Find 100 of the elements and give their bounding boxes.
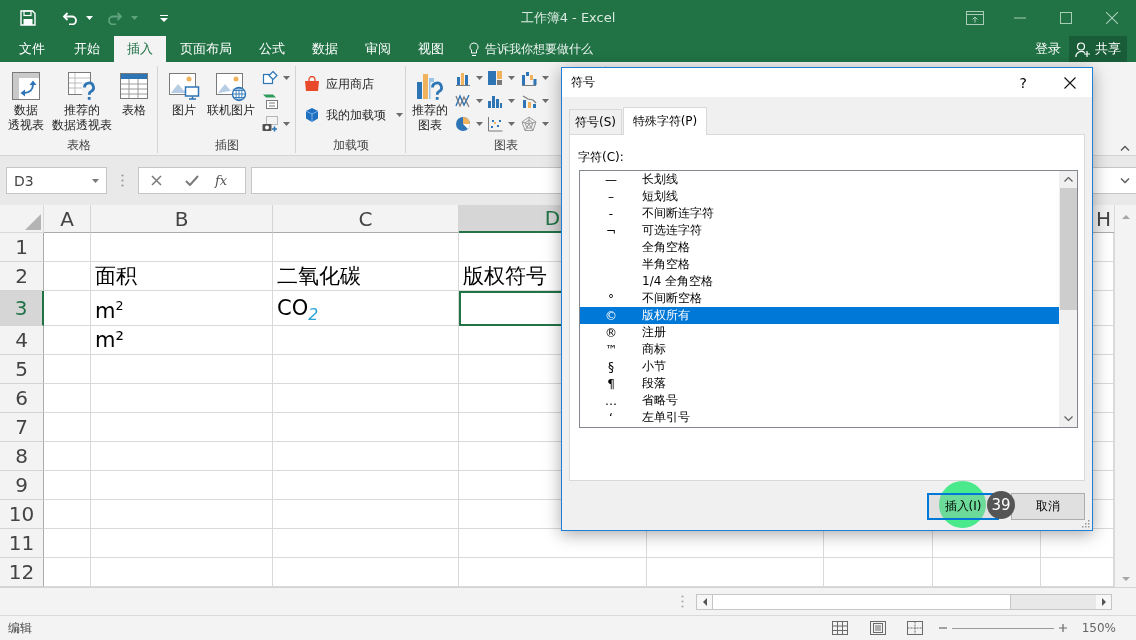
recommended-pivot-table-button[interactable]: 推荐的 数据透视表	[48, 66, 116, 133]
caret-icon[interactable]	[396, 113, 403, 117]
character-list-row[interactable]: 1/4 全角空格	[580, 273, 1059, 290]
scrollbar-thumb[interactable]	[712, 594, 1011, 609]
caret-icon[interactable]	[476, 98, 483, 103]
grip-dots-icon[interactable]	[681, 595, 684, 608]
ribbon-tab[interactable]: 页面布局	[167, 36, 245, 62]
character-list-row[interactable]: © 版权所有	[580, 307, 1059, 324]
caret-icon[interactable]	[508, 121, 515, 126]
caret-icon[interactable]	[542, 75, 549, 80]
grip-dots-icon[interactable]	[121, 174, 124, 187]
expand-formula-icon[interactable]	[1120, 177, 1130, 184]
caret-icon[interactable]	[283, 121, 290, 126]
ribbon-tab[interactable]: 文件	[4, 36, 60, 62]
scrollbar-thumb[interactable]	[1059, 188, 1077, 310]
scroll-up-icon[interactable]	[1063, 177, 1073, 182]
resize-grip-icon[interactable]	[1081, 519, 1090, 528]
horizontal-scrollbar[interactable]	[696, 593, 1112, 610]
row-header[interactable]: 10	[0, 500, 44, 529]
ribbon-tab[interactable]: 数据	[299, 36, 351, 62]
character-list-row[interactable]: ‘ 左单引号	[580, 409, 1059, 426]
pictures-button[interactable]: 图片	[164, 66, 204, 118]
row-header[interactable]: 2	[0, 262, 44, 291]
caret-icon[interactable]	[476, 121, 483, 126]
caret-icon[interactable]	[92, 178, 99, 183]
help-button[interactable]: ?	[1015, 74, 1031, 91]
row-header[interactable]: 4	[0, 326, 44, 355]
character-list-row[interactable]: § 小节	[580, 358, 1059, 375]
caret-icon[interactable]	[542, 121, 549, 126]
ribbon-tab[interactable]: 视图	[405, 36, 457, 62]
column-header[interactable]: A	[44, 205, 91, 233]
caret-icon[interactable]	[508, 75, 515, 80]
list-scrollbar[interactable]	[1059, 171, 1077, 427]
column-header[interactable]: B	[91, 205, 273, 233]
pie-chart-icon[interactable]	[455, 115, 471, 132]
waterfall-chart-icon[interactable]	[521, 69, 537, 86]
maximize-icon[interactable]	[1060, 12, 1072, 24]
shapes-icon[interactable]	[262, 69, 278, 86]
row-header[interactable]: 5	[0, 355, 44, 384]
collapse-ribbon-icon[interactable]	[1120, 145, 1130, 151]
row-header[interactable]: 3	[0, 291, 44, 326]
character-list-row[interactable]: — 长划线	[580, 171, 1059, 188]
ribbon-tab[interactable]: 插入	[114, 36, 166, 62]
line-chart-icon[interactable]	[455, 92, 471, 109]
pivot-table-button[interactable]: 数据 透视表	[4, 66, 48, 133]
recommended-charts-button[interactable]: 推荐的 图表	[410, 66, 450, 133]
scroll-right-icon[interactable]	[1101, 597, 1106, 606]
dialog-tab[interactable]: 符号(S)	[569, 109, 622, 134]
share-button[interactable]: 共享	[1069, 36, 1127, 62]
radar-chart-icon[interactable]	[521, 115, 537, 132]
caret-icon[interactable]	[508, 98, 515, 103]
tell-me-field[interactable]: 告诉我你想要做什么	[485, 42, 605, 56]
character-list-row[interactable]: – 短划线	[580, 188, 1059, 205]
column-header[interactable]: C	[273, 205, 459, 233]
row-header[interactable]: 11	[0, 529, 44, 558]
row-header[interactable]: 7	[0, 413, 44, 442]
row-header[interactable]: 1	[0, 233, 44, 262]
character-list-row[interactable]: … 省略号	[580, 392, 1059, 409]
dialog-tab[interactable]: 特殊字符(P)	[623, 107, 707, 135]
caret-icon[interactable]	[283, 75, 290, 80]
character-list-row[interactable]: ® 注册	[580, 324, 1059, 341]
undo-icon[interactable]	[62, 11, 78, 25]
zoom-in-icon[interactable]	[1058, 624, 1067, 632]
sign-in-link[interactable]: 登录	[1031, 36, 1065, 62]
character-list-row[interactable]: ° 不间断空格	[580, 290, 1059, 307]
row-header[interactable]: 12	[0, 558, 44, 587]
character-list-row[interactable]: 半角空格	[580, 256, 1059, 273]
close-icon[interactable]	[1064, 76, 1076, 89]
dialog-button[interactable]: 取消	[1011, 493, 1085, 520]
scroll-left-icon[interactable]	[702, 597, 707, 606]
treemap-chart-icon[interactable]	[487, 69, 503, 86]
cancel-icon[interactable]	[151, 175, 162, 186]
ribbon-display-icon[interactable]	[966, 11, 984, 25]
name-box[interactable]: D3	[6, 167, 107, 194]
page-break-view-icon[interactable]	[906, 621, 923, 635]
row-header[interactable]: 8	[0, 442, 44, 471]
row-header[interactable]: 9	[0, 471, 44, 500]
store-button[interactable]: 应用商店	[304, 73, 403, 95]
checkmark-icon[interactable]	[185, 175, 199, 186]
page-layout-view-icon[interactable]	[869, 621, 886, 635]
ribbon-tab[interactable]: 公式	[246, 36, 298, 62]
column-header[interactable]: H	[1093, 205, 1114, 233]
zoom-level-text[interactable]: 150%	[1081, 621, 1116, 635]
caret-icon[interactable]	[542, 98, 549, 103]
scroll-down-icon[interactable]	[1063, 416, 1073, 421]
ribbon-tab[interactable]: 审阅	[352, 36, 404, 62]
row-header[interactable]: 6	[0, 384, 44, 413]
normal-view-icon[interactable]	[831, 621, 848, 635]
scatter-chart-icon[interactable]	[487, 115, 503, 132]
smartart-icon[interactable]	[262, 92, 278, 109]
my-add-ins-button[interactable]: 我的加载项	[304, 104, 403, 126]
save-icon[interactable]	[20, 10, 36, 26]
insert-function-button[interactable]: fx	[215, 173, 228, 188]
online-pictures-button[interactable]: 联机图片	[204, 66, 258, 118]
character-list-row[interactable]: 全角空格	[580, 239, 1059, 256]
character-list-row[interactable]: ™ 商标	[580, 341, 1059, 358]
ribbon-tab[interactable]: 开始	[61, 36, 113, 62]
caret-icon[interactable]	[86, 16, 93, 20]
table-button[interactable]: 表格	[116, 66, 152, 118]
character-list-row[interactable]: ¶ 段落	[580, 375, 1059, 392]
